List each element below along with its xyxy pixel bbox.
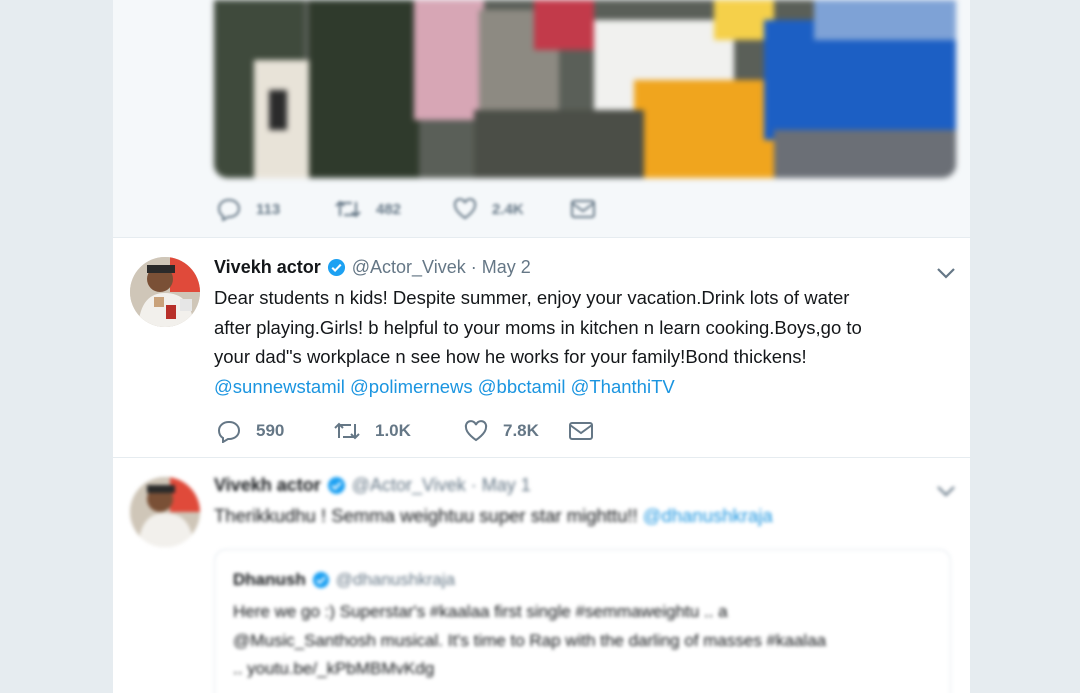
tweet-text-line: your dad"s workplace n see how he works … [214, 346, 807, 367]
like-count: 2.4K [492, 200, 524, 218]
tweet-photo[interactable] [214, 0, 956, 178]
retweet-count: 482 [376, 200, 402, 218]
like-button[interactable]: 2.4K [452, 197, 570, 221]
quoted-display-name: Dhanush [233, 570, 306, 589]
tweet-header: Vivekh actor @Actor_Vivek · May 2 [214, 255, 955, 279]
tweet-header: Vivekh actor @Actor_Vivek · May 1 [214, 473, 955, 497]
timeline: 113 482 2.4K Vivekh actor @Actor_Vivek ·… [113, 0, 970, 693]
chevron-down-icon[interactable] [936, 481, 956, 502]
quoted-user-handle: @dhanushkraja [335, 570, 456, 589]
header-separator: · [470, 474, 477, 495]
user-handle[interactable]: @Actor_Vivek [352, 475, 466, 496]
display-name[interactable]: Vivekh actor [214, 257, 321, 278]
tweet-actions: 590 1.0K 7.8K [216, 419, 608, 443]
direct-message-button[interactable] [570, 198, 688, 220]
quoted-tweet-header: Dhanush @dhanushkraja [233, 568, 932, 592]
like-icon [464, 420, 488, 442]
tweet[interactable]: Vivekh actor @Actor_Vivek · May 2 Dear s… [113, 239, 970, 458]
retweet-count: 1.0K [375, 421, 411, 440]
retweet-button[interactable]: 482 [334, 198, 452, 220]
tweet-content: Vivekh actor @Actor_Vivek · May 2 Dear s… [214, 255, 955, 401]
like-count: 7.8K [503, 421, 539, 440]
reply-count: 590 [256, 421, 285, 440]
retweet-button[interactable]: 1.0K [333, 420, 463, 442]
next-tweet-content: Vivekh actor @Actor_Vivek · May 1 Therik… [113, 459, 970, 693]
reply-icon [217, 198, 241, 221]
direct-message-icon [569, 422, 593, 440]
mentions-line: @sunnewstamil @polimernews @bbctamil @Th… [214, 372, 944, 402]
previous-tweet-actions: 113 482 2.4K [216, 197, 688, 221]
tweet-timestamp[interactable]: May 1 [482, 475, 531, 496]
reply-button[interactable]: 113 [216, 197, 334, 221]
like-button[interactable]: 7.8K [463, 419, 568, 443]
quoted-tweet[interactable]: Dhanush @dhanushkraja Here we go :) Supe… [214, 549, 951, 693]
mention-link[interactable]: @polimernews [350, 376, 473, 397]
quoted-tweet-text: Here we go :) Superstar's #kaalaa first … [233, 598, 932, 684]
user-handle[interactable]: @Actor_Vivek [352, 257, 466, 278]
header-separator: · [470, 256, 477, 277]
mention-link[interactable]: @bbctamil [478, 376, 566, 397]
quoted-text-line: Here we go :) Superstar's #kaalaa first … [233, 602, 728, 621]
retweet-icon [335, 200, 361, 218]
tweet-content: Vivekh actor @Actor_Vivek · May 1 Therik… [214, 473, 955, 531]
retweet-icon [334, 422, 360, 440]
next-tweet[interactable]: Vivekh actor @Actor_Vivek · May 1 Therik… [113, 459, 970, 693]
tweet-text-line: Therikkudhu ! Semma weightuu super star … [214, 501, 944, 531]
reply-button[interactable]: 590 [216, 419, 333, 443]
tweet-timestamp[interactable]: May 2 [482, 257, 531, 278]
quoted-text-line: .. youtu.be/_kPbMBMvKdg [233, 659, 435, 678]
chevron-down-icon[interactable] [936, 263, 956, 284]
verified-badge-icon [327, 476, 346, 495]
previous-tweet[interactable]: 113 482 2.4K [113, 0, 970, 238]
verified-badge-icon [312, 571, 330, 589]
like-icon [453, 198, 477, 220]
avatar[interactable] [130, 257, 200, 327]
display-name[interactable]: Vivekh actor [214, 475, 321, 496]
direct-message-icon [571, 200, 595, 218]
tweet-text-line: Dear students n kids! Despite summer, en… [214, 287, 850, 308]
tweet-text-body: Therikkudhu ! Semma weightuu super star … [214, 505, 643, 526]
tweet-text: Therikkudhu ! Semma weightuu super star … [214, 501, 944, 531]
mention-link[interactable]: @ThanthiTV [571, 376, 675, 397]
direct-message-button[interactable] [568, 420, 608, 442]
reply-icon [217, 420, 241, 443]
mention-link[interactable]: @sunnewstamil [214, 376, 345, 397]
tweet-text: Dear students n kids! Despite summer, en… [214, 283, 944, 401]
mention-link[interactable]: @dhanushkraja [643, 505, 773, 526]
reply-count: 113 [256, 200, 281, 218]
tweet-text-line: after playing.Girls! b helpful to your m… [214, 316, 862, 338]
quoted-text-line: @Music_Santhosh musical. It's time to Ra… [233, 630, 827, 650]
verified-badge-icon [327, 258, 346, 277]
avatar[interactable] [130, 477, 200, 547]
